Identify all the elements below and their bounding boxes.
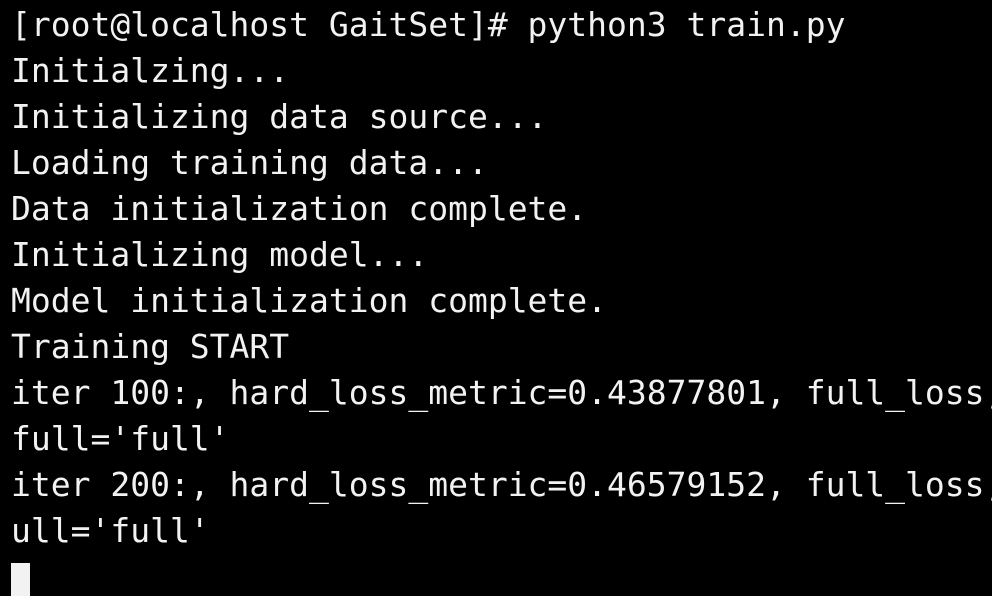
terminal-line: Initializing data source... (11, 97, 548, 136)
terminal-line: ull='full' (11, 511, 210, 550)
terminal-line-prompt: [root@localhost GaitSet]# python3 train.… (11, 5, 846, 44)
terminal-line: Loading training data... (11, 143, 488, 182)
terminal-line: Initialzing... (11, 51, 290, 90)
terminal-line: Data initialization complete. (11, 189, 588, 228)
terminal-line-iter: iter 100:, hard_loss_metric=0.43877801, … (11, 373, 992, 412)
terminal-cursor (11, 562, 30, 596)
terminal-line: Initializing model... (11, 235, 429, 274)
terminal-line-iter: iter 200:, hard_loss_metric=0.46579152, … (11, 465, 992, 504)
terminal-window[interactable]: [root@localhost GaitSet]# python3 train.… (0, 0, 992, 596)
terminal-input-line[interactable] (11, 554, 992, 596)
terminal-line: full='full' (11, 419, 230, 458)
terminal-line: Model initialization complete. (11, 281, 608, 320)
terminal-line: Training START (11, 327, 290, 366)
